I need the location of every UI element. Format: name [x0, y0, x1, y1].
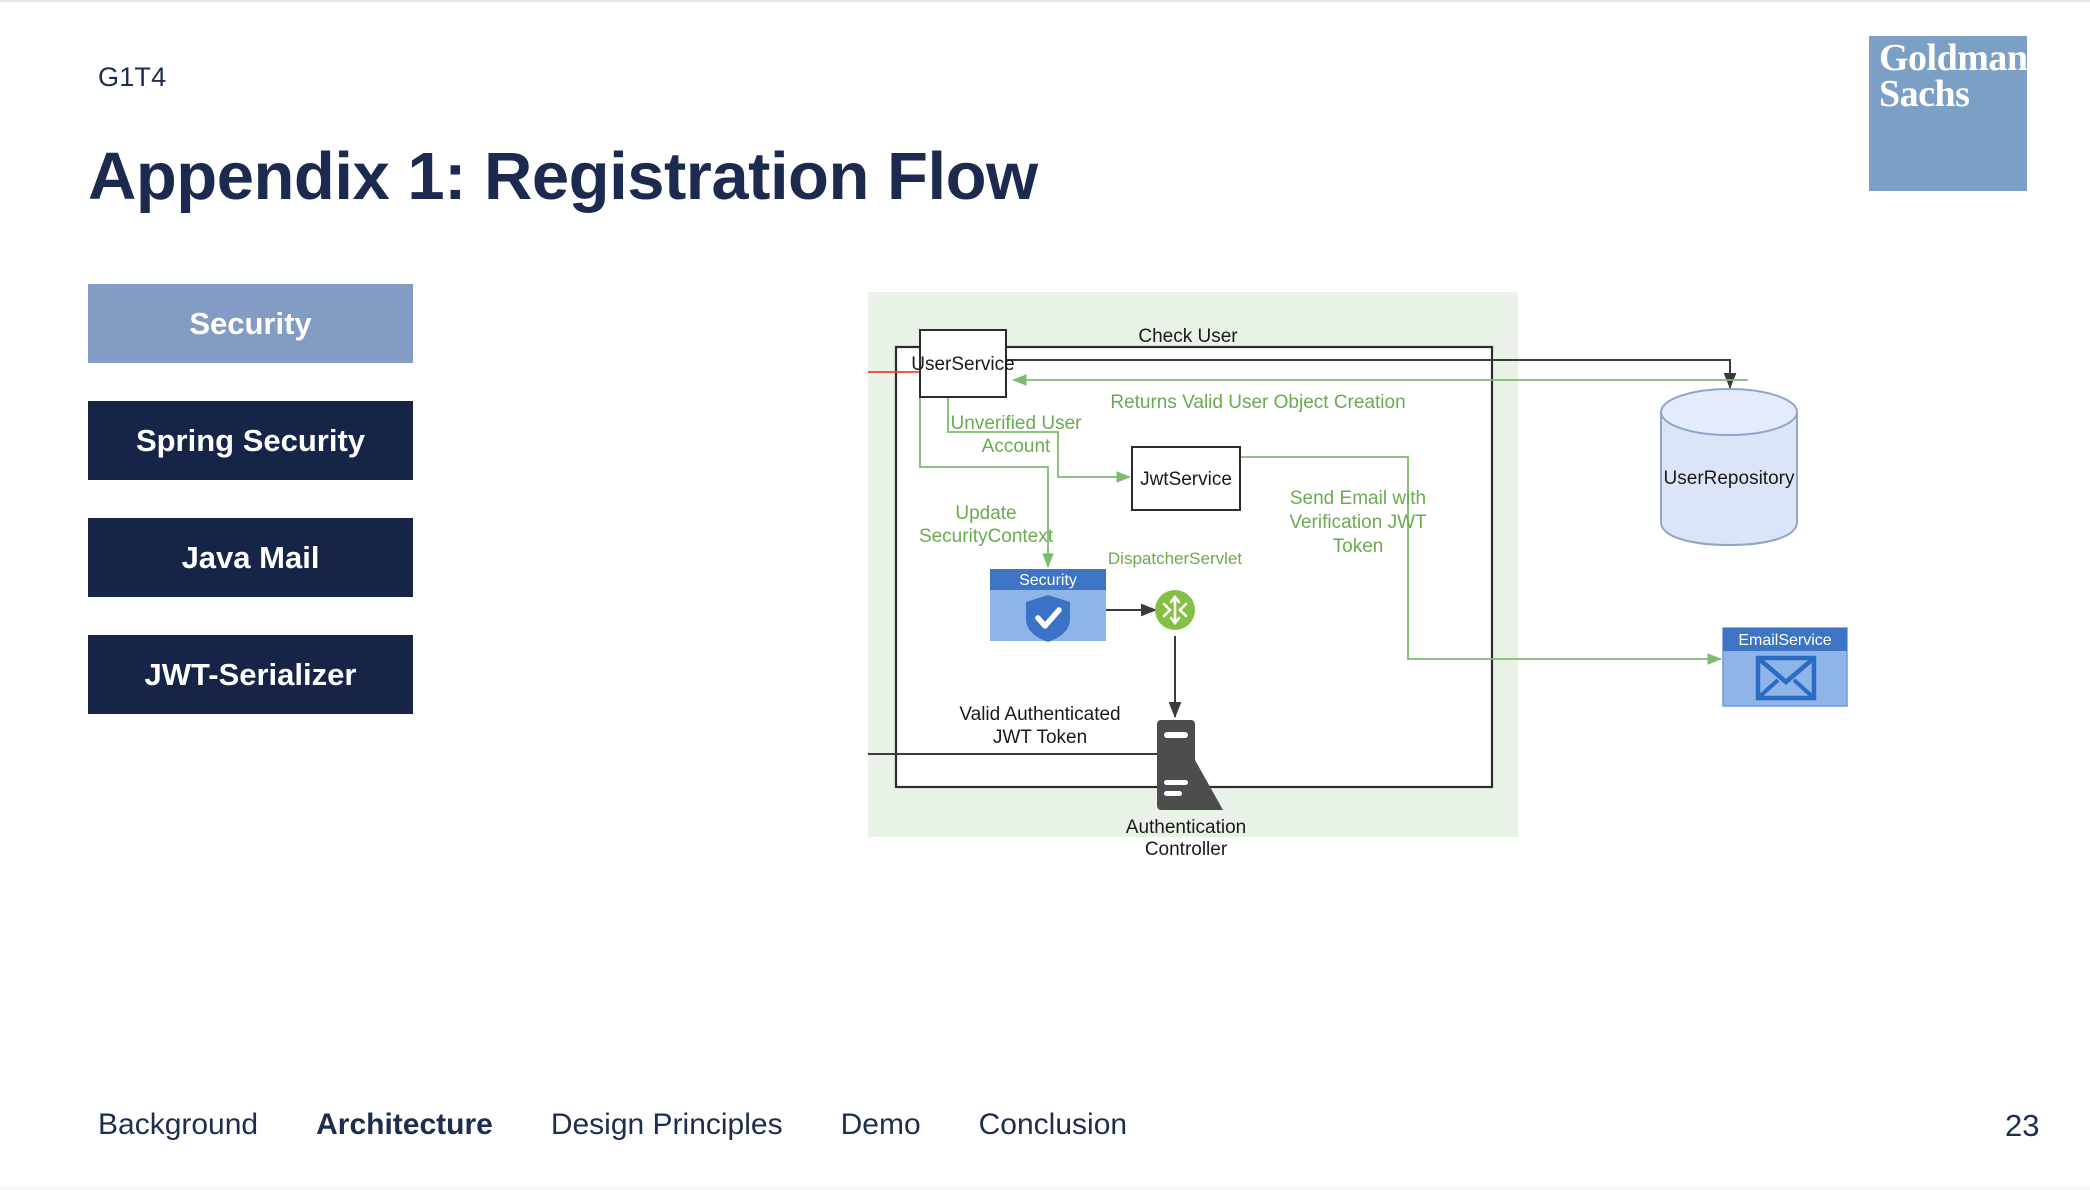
nav-item-demo[interactable]: Demo [841, 1108, 921, 1142]
logo-line-1: Goldman [1879, 37, 2028, 79]
nav-item-background[interactable]: Background [98, 1108, 258, 1142]
edge-label-send-email-2: Verification JWT [1289, 512, 1427, 533]
nav-item-conclusion[interactable]: Conclusion [979, 1108, 1127, 1142]
logo-line-2: Sachs [1879, 73, 1970, 115]
edge-label-update-ctx-2: SecurityContext [919, 526, 1054, 547]
stack-item-security[interactable]: Security [88, 284, 413, 363]
stack-item-label: JWT-Serializer [144, 656, 357, 692]
edge-label-returns-valid-user: Returns Valid User Object Creation [1110, 392, 1405, 413]
edge-label-send-email-1: Send Email with [1290, 488, 1426, 509]
node-user-service[interactable]: UserService [911, 329, 1015, 398]
page-number: 23 [2005, 1108, 2040, 1143]
edge-label-check-user: Check User [1138, 326, 1238, 347]
stack-item-label: Spring Security [135, 422, 366, 458]
node-security-label: Security [1019, 572, 1077, 589]
node-email-service-label: EmailService [1738, 632, 1831, 649]
stack-item-java-mail[interactable]: Java Mail [88, 518, 413, 597]
slide-root: G1T4 Appendix 1: Registration Flow Goldm… [0, 0, 2090, 1190]
top-divider [0, 0, 2090, 2]
stack-item-label: Java Mail [181, 539, 320, 575]
tech-stack-list: Security Spring Security Java Mail JWT-S… [88, 284, 413, 752]
edge-label-send-email-3: Token [1333, 536, 1384, 557]
node-email-service[interactable]: EmailService [1722, 627, 1848, 707]
edge-label-valid-jwt-1: Valid Authenticated [959, 704, 1120, 725]
node-user-repository[interactable]: UserRepository [1660, 388, 1798, 547]
stack-item-jwt-serializer[interactable]: JWT-Serializer [88, 635, 413, 714]
team-kicker: G1T4 [98, 62, 167, 92]
edge-label-unverified-user-2: Account [982, 436, 1051, 457]
goldman-sachs-logo: Goldman Sachs [1869, 36, 2028, 191]
page-title: Appendix 1: Registration Flow [88, 139, 1038, 214]
nav-item-architecture[interactable]: Architecture [316, 1108, 493, 1142]
bottom-divider [0, 1186, 2090, 1190]
node-dispatcher-servlet-label: DispatcherServlet [1108, 549, 1242, 568]
logo-wordmark: Goldman Sachs [1879, 37, 2028, 115]
node-jwt-service-label: JwtService [1140, 469, 1232, 490]
node-jwt-service[interactable]: JwtService [1131, 446, 1241, 511]
stack-item-spring-security[interactable]: Spring Security [88, 401, 413, 480]
node-auth-controller-label-2: Controller [1145, 839, 1228, 860]
node-security[interactable]: Security [990, 569, 1106, 642]
registration-flow-diagram: Registration UserService JwtService Secu… [868, 292, 1848, 1022]
node-user-service-label: UserService [911, 354, 1014, 375]
nav-item-design-principles[interactable]: Design Principles [551, 1108, 783, 1142]
footer-navigation: Background Architecture Design Principle… [98, 1108, 1127, 1142]
node-auth-controller-label-1: Authentication [1126, 817, 1246, 838]
stack-item-label: Security [189, 305, 312, 341]
node-user-repository-label: UserRepository [1664, 468, 1795, 489]
edge-label-unverified-user-1: Unverified User [951, 413, 1083, 434]
edge-label-update-ctx-1: Update [955, 503, 1016, 524]
edge-label-valid-jwt-2: JWT Token [993, 727, 1087, 748]
